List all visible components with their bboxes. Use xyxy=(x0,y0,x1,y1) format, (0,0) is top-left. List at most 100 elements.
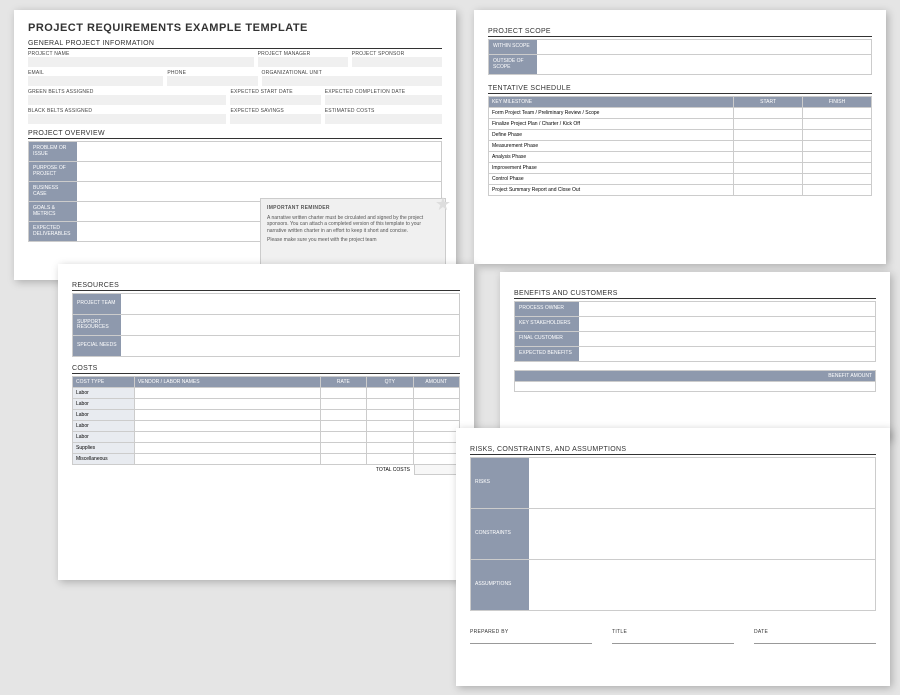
input-green-belts[interactable] xyxy=(28,95,226,105)
schedule-start-cell[interactable] xyxy=(734,108,803,119)
input-project-manager[interactable] xyxy=(258,57,348,67)
benefits-row-label: PROCESS OWNER xyxy=(515,302,579,316)
schedule-start-cell[interactable] xyxy=(734,141,803,152)
input-black-belts[interactable] xyxy=(28,114,226,124)
overview-row-label: PROBLEM OR ISSUE xyxy=(29,142,77,161)
cost-qty-cell[interactable] xyxy=(367,443,413,454)
cost-rate-cell[interactable] xyxy=(320,432,366,443)
cost-amount-cell[interactable] xyxy=(413,410,459,421)
schedule-finish-cell[interactable] xyxy=(803,108,872,119)
cost-rate-cell[interactable] xyxy=(320,399,366,410)
schedule-start-cell[interactable] xyxy=(734,119,803,130)
document-title: PROJECT REQUIREMENTS EXAMPLE TEMPLATE xyxy=(28,22,442,34)
cost-vendor-cell[interactable] xyxy=(134,399,320,410)
cost-amount-cell[interactable] xyxy=(413,443,459,454)
schedule-start-cell[interactable] xyxy=(734,174,803,185)
reminder-title: IMPORTANT REMINDER xyxy=(267,205,439,212)
cost-vendor-cell[interactable] xyxy=(134,432,320,443)
risks-cell[interactable] xyxy=(529,509,875,559)
benefits-row-label: FINAL CUSTOMER xyxy=(515,332,579,346)
star-icon: ★ xyxy=(435,193,451,216)
scope-cell[interactable] xyxy=(537,55,871,74)
benefits-cell[interactable] xyxy=(579,302,875,316)
cost-vendor-cell[interactable] xyxy=(134,421,320,432)
signoff-line[interactable] xyxy=(612,636,734,644)
benefit-amount-cell[interactable] xyxy=(515,382,876,392)
input-estimated-costs[interactable] xyxy=(325,114,442,124)
costs-total-cell[interactable] xyxy=(414,465,460,475)
cost-vendor-cell[interactable] xyxy=(134,443,320,454)
cost-qty-cell[interactable] xyxy=(367,410,413,421)
input-email[interactable] xyxy=(28,76,163,86)
resources-cell[interactable] xyxy=(121,315,459,335)
cost-qty-cell[interactable] xyxy=(367,454,413,465)
cost-amount-cell[interactable] xyxy=(413,399,459,410)
schedule-milestone: Measurement Phase xyxy=(489,141,734,152)
section-costs: COSTS xyxy=(72,365,460,374)
benefits-row-label: EXPECTED BENEFITS xyxy=(515,347,579,361)
cost-amount-cell[interactable] xyxy=(413,421,459,432)
schedule-start-cell[interactable] xyxy=(734,152,803,163)
cost-rate-cell[interactable] xyxy=(320,421,366,432)
schedule-finish-cell[interactable] xyxy=(803,174,872,185)
overview-cell[interactable] xyxy=(77,142,441,161)
cost-vendor-cell[interactable] xyxy=(134,410,320,421)
signoff-prepared-by: PREPARED BY xyxy=(470,629,592,635)
input-expected-start[interactable] xyxy=(230,95,320,105)
cost-type: Supplies xyxy=(73,443,135,454)
cost-vendor-cell[interactable] xyxy=(134,388,320,399)
input-expected-completion[interactable] xyxy=(325,95,442,105)
input-expected-savings[interactable] xyxy=(230,114,320,124)
cost-qty-cell[interactable] xyxy=(367,432,413,443)
scope-cell[interactable] xyxy=(537,40,871,54)
overview-row-label: BUSINESS CASE xyxy=(29,182,77,201)
cost-qty-cell[interactable] xyxy=(367,388,413,399)
cost-qty-cell[interactable] xyxy=(367,399,413,410)
input-project-name[interactable] xyxy=(28,57,254,67)
schedule-start-cell[interactable] xyxy=(734,130,803,141)
costs-col-vendor: VENDOR / LABOR NAMES xyxy=(134,377,320,388)
schedule-finish-cell[interactable] xyxy=(803,152,872,163)
schedule-finish-cell[interactable] xyxy=(803,163,872,174)
costs-col-rate: RATE xyxy=(320,377,366,388)
overview-cell[interactable] xyxy=(77,162,441,181)
risks-cell[interactable] xyxy=(529,560,875,610)
signoff-title: TITLE xyxy=(612,629,734,635)
cost-rate-cell[interactable] xyxy=(320,454,366,465)
scope-row-label: WITHIN SCOPE xyxy=(489,40,537,54)
cost-vendor-cell[interactable] xyxy=(134,454,320,465)
cost-amount-cell[interactable] xyxy=(413,388,459,399)
schedule-start-cell[interactable] xyxy=(734,185,803,196)
risks-table: RISKS CONSTRAINTS ASSUMPTIONS xyxy=(470,457,876,611)
cost-type: Labor xyxy=(73,388,135,399)
resources-cell[interactable] xyxy=(121,294,459,314)
cost-rate-cell[interactable] xyxy=(320,443,366,454)
schedule-finish-cell[interactable] xyxy=(803,119,872,130)
input-project-sponsor[interactable] xyxy=(352,57,442,67)
schedule-finish-cell[interactable] xyxy=(803,185,872,196)
schedule-milestone: Project Summary Report and Close Out xyxy=(489,185,734,196)
cost-qty-cell[interactable] xyxy=(367,421,413,432)
input-org-unit[interactable] xyxy=(262,76,442,86)
cost-rate-cell[interactable] xyxy=(320,388,366,399)
benefits-cell[interactable] xyxy=(579,317,875,331)
costs-table: COST TYPE VENDOR / LABOR NAMES RATE QTY … xyxy=(72,376,460,465)
schedule-finish-cell[interactable] xyxy=(803,130,872,141)
schedule-table: KEY MILESTONE START FINISH Form Project … xyxy=(488,96,872,196)
cost-rate-cell[interactable] xyxy=(320,410,366,421)
input-phone[interactable] xyxy=(167,76,257,86)
benefits-cell[interactable] xyxy=(579,332,875,346)
schedule-finish-cell[interactable] xyxy=(803,141,872,152)
signoff-line[interactable] xyxy=(754,636,876,644)
risks-cell[interactable] xyxy=(529,458,875,508)
risks-row-label: CONSTRAINTS xyxy=(471,509,529,559)
cost-amount-cell[interactable] xyxy=(413,432,459,443)
benefits-cell[interactable] xyxy=(579,347,875,361)
signoff-line[interactable] xyxy=(470,636,592,644)
resources-cell[interactable] xyxy=(121,336,459,356)
schedule-start-cell[interactable] xyxy=(734,163,803,174)
overview-row-label: PURPOSE OF PROJECT xyxy=(29,162,77,181)
cost-amount-cell[interactable] xyxy=(413,454,459,465)
cost-type: Miscellaneous xyxy=(73,454,135,465)
schedule-col-milestone: KEY MILESTONE xyxy=(489,97,734,108)
